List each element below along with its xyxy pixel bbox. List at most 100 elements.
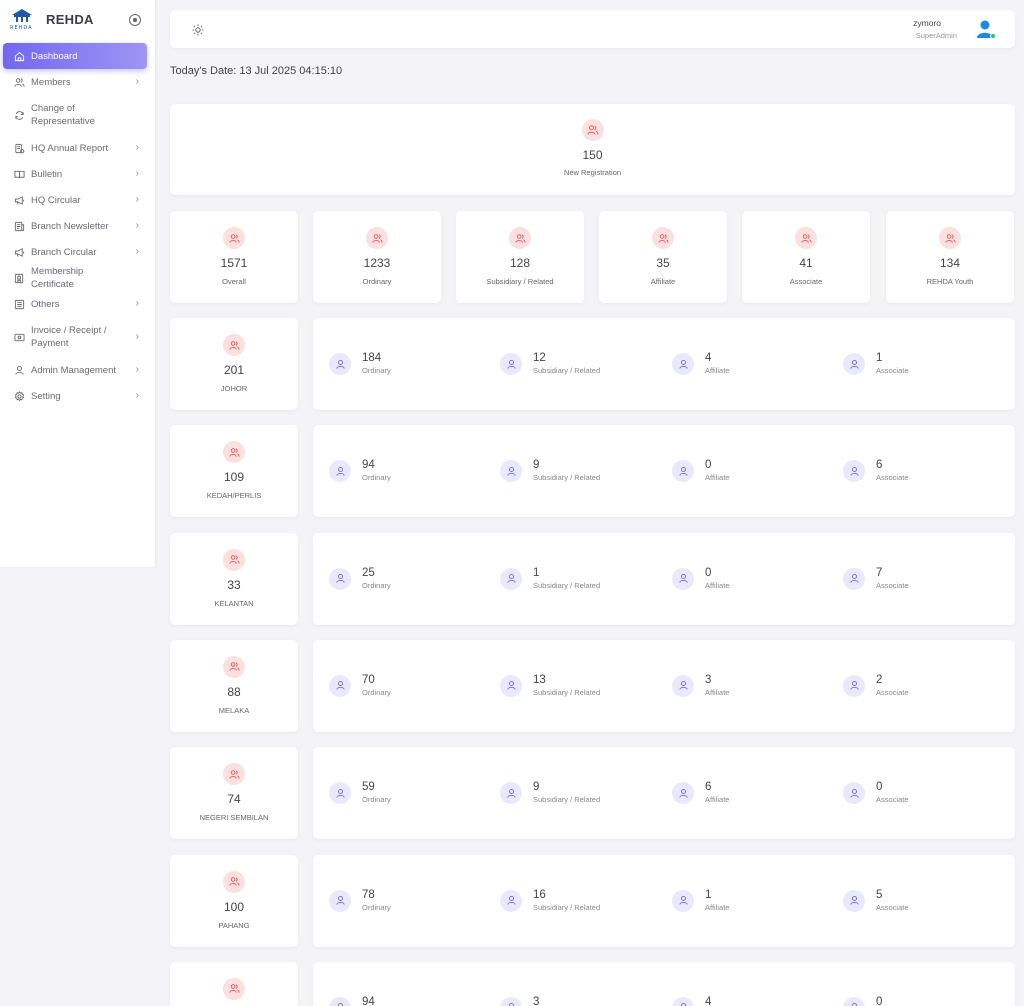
branch-total-value: 74 <box>227 792 241 807</box>
branch-stat-label: Associate <box>876 580 909 590</box>
user-icon <box>672 460 694 483</box>
user-icon <box>13 364 25 376</box>
branch-stat-label: Affiliate <box>705 473 730 483</box>
user-icon <box>500 889 522 912</box>
branch-stat: 0Associate <box>843 781 909 805</box>
chevron-right-icon: › <box>135 76 139 87</box>
branch-stat-label: Affiliate <box>705 580 730 590</box>
branch-stat: 184 Ordinary <box>329 352 391 376</box>
gear-icon <box>13 390 25 402</box>
branch-stat-label: Ordinary <box>362 795 391 805</box>
sidebar-item-branch-newsletter[interactable]: Branch Newsletter › <box>3 213 147 239</box>
chevron-right-icon: › <box>135 331 139 342</box>
theme-toggle-icon[interactable] <box>192 23 204 36</box>
sidebar-item-setting[interactable]: Setting › <box>3 383 147 409</box>
sidebar-item-hq-annual-report[interactable]: HQ Annual Report › <box>3 135 147 161</box>
sidebar-item-hq-circular[interactable]: HQ Circular › <box>3 187 147 213</box>
branch-breakdown-card-kelantan: 25 Ordinary 1 Subsidiary / Related 0 Affiliat… <box>313 532 1015 625</box>
branch-stat-value: 16 <box>533 888 546 901</box>
user-icon <box>672 674 694 697</box>
branch-stat-label: Subsidiary / Related <box>533 902 601 912</box>
sidebar-item-invoice-receipt-payment[interactable]: Invoice / Receipt / Payment › <box>3 317 147 357</box>
branch-total-card-kelantan: 33 KELANTAN <box>170 532 298 625</box>
branch-stat: 5 Associate <box>843 889 909 913</box>
sidebar-item-branch-circular[interactable]: Branch Circular › <box>3 239 147 265</box>
user-icon <box>500 674 522 697</box>
sidebar-item-label: Branch Newsletter <box>31 220 109 232</box>
branch-total-card-kedah-perlis: 109 KEDAH/PERLIS <box>170 425 298 518</box>
branch-name: JOHOR <box>220 384 248 393</box>
branch-stat: 1 Affiliate <box>672 889 729 913</box>
branch-stat: 6 Affiliate <box>672 781 729 805</box>
branch-stat-label: Ordinary <box>362 902 391 912</box>
sidebar-item-label: Branch Circular <box>31 246 97 258</box>
branch-stat-label: Subsidiary / Related <box>533 795 601 805</box>
user-icon <box>843 889 865 912</box>
branch-stat-value: 59 <box>362 781 375 794</box>
home-icon <box>13 50 25 62</box>
total-value: 128 <box>509 256 531 270</box>
sidebar-item-change-of-representative[interactable]: Change of Representative <box>3 95 147 135</box>
user-icon <box>329 353 351 375</box>
branch-name: KEDAH/PERLIS <box>206 491 262 501</box>
total-value: 41 <box>799 256 813 270</box>
user-icon <box>329 567 351 590</box>
sidebar-item-dashboard[interactable]: Dashboard <box>3 43 147 69</box>
branch-stat-value: 5 <box>876 888 883 901</box>
sidebar: REHDA REHDA Dashboard Members › Change of R… <box>0 0 155 567</box>
users-icon <box>223 441 245 464</box>
users-icon <box>13 76 25 88</box>
user-icon <box>843 567 865 590</box>
branch-stat-value: 1 <box>533 566 540 579</box>
topbar: zymoro SuperAdmin <box>170 10 1015 48</box>
users-icon <box>581 119 604 141</box>
report-icon <box>13 142 25 154</box>
chevron-right-icon: › <box>135 364 139 375</box>
branch-stat-value: 0 <box>705 566 712 579</box>
user-icon <box>672 353 694 375</box>
sidebar-item-membership-certificate[interactable]: Membership Certificate <box>3 265 147 291</box>
branch-stat-label: Subsidiary / Related <box>533 366 601 375</box>
brand[interactable]: REHDA REHDA <box>10 8 150 36</box>
sidebar-item-others[interactable]: Others › <box>3 291 147 317</box>
total-value: 1233 <box>363 256 391 270</box>
total-label: Ordinary <box>362 277 392 286</box>
sidebar-toggle-icon[interactable] <box>129 14 141 26</box>
branch-stat: 25 Ordinary <box>329 567 391 591</box>
branch-stat: 9 Subsidiary / Related <box>500 459 600 483</box>
branch-stat: 0Associate <box>843 996 909 1006</box>
branch-total-value: 88 <box>227 684 241 699</box>
branch-stat-value: 4 <box>705 352 712 364</box>
sidebar-item-label: Change of Representative <box>31 103 95 127</box>
user-icon <box>500 353 522 375</box>
branch-stat-label: Associate <box>876 687 909 697</box>
sidebar-item-bulletin[interactable]: Bulletin › <box>3 161 147 187</box>
branch-stat-value: 13 <box>533 673 546 686</box>
branch-stat: 3 Affiliate <box>672 674 729 698</box>
users-icon <box>652 227 674 249</box>
sidebar-item-label: Membership Certificate <box>31 266 84 290</box>
total-value: 1571 <box>220 256 248 270</box>
sidebar-item-label: Bulletin <box>31 168 63 180</box>
total-label: Affiliate <box>650 277 676 286</box>
branch-stat-value: 0 <box>705 459 712 472</box>
current-date: Today's Date: 13 Jul 2025 04:15:10 <box>170 65 343 77</box>
sidebar-item-admin-management[interactable]: Admin Management › <box>3 357 147 383</box>
sidebar-item-members[interactable]: Members › <box>3 69 147 95</box>
branch-breakdown-card-johor: 184 Ordinary 12 Subsidiary / Related 4 Affili… <box>313 318 1015 410</box>
online-status-dot <box>990 33 996 39</box>
total-label: Subsidiary / Related <box>486 277 554 286</box>
branch-stat: 2 Associate <box>843 674 909 698</box>
invoice-icon <box>13 331 25 343</box>
user-avatar[interactable] <box>975 19 996 39</box>
branch-stat-label: Affiliate <box>705 795 730 805</box>
user-icon <box>843 674 865 697</box>
users-icon <box>223 977 245 1000</box>
branch-breakdown-card-kedah-perlis: 94 Ordinary 9 Subsidiary / Related 0 Affiliat… <box>313 425 1015 518</box>
branch-stat: 6 Associate <box>843 459 909 483</box>
branch-stat-label: Affiliate <box>705 687 730 697</box>
users-icon <box>939 227 961 249</box>
user-icon <box>500 567 522 590</box>
users-icon <box>223 227 245 249</box>
users-icon <box>509 227 531 249</box>
